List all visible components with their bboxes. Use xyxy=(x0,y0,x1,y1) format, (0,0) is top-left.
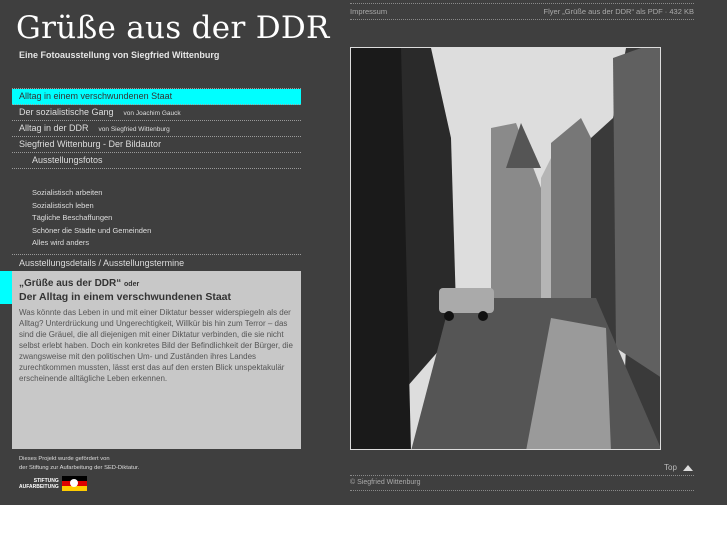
top-link[interactable]: Top xyxy=(664,463,693,472)
stiftung-logo[interactable]: STIFTUNG AUFARBEITUNG xyxy=(19,476,87,491)
intro-quote: „Grüße aus der DDR“ oder xyxy=(19,278,294,291)
intro-quote-text: „Grüße aus der DDR“ xyxy=(19,278,122,289)
site-subtitle: Eine Fotoausstellung von Siegfried Witte… xyxy=(19,50,220,60)
nav-item-alltag-staat[interactable]: Alltag in einem verschwundenen Staat xyxy=(12,89,301,105)
nav-item-ausstellungsdetails[interactable]: Ausstellungsdetails / Ausstellungstermin… xyxy=(12,255,301,273)
nav-label: Ausstellungsfotos xyxy=(32,155,103,165)
nav-item-alltag-ddr[interactable]: Alltag in der DDR von Siegfried Wittenbur… xyxy=(12,121,301,137)
nav-byline: von Siegfried Wittenburg xyxy=(98,126,170,133)
intro-box: „Grüße aus der DDR“ oder Der Alltag in e… xyxy=(12,271,301,449)
nav-subitem[interactable]: Sozialistisch leben xyxy=(32,200,301,213)
nav-label: Der sozialistische Gang xyxy=(19,107,114,117)
nav-label: Ausstellungsdetails / Ausstellungstermin… xyxy=(19,257,185,268)
nav-item-sozialistische-gang[interactable]: Der sozialistische Gang von Joachim Gauck xyxy=(12,105,301,121)
intro-heading: Der Alltag in einem verschwundenen Staat xyxy=(19,291,231,303)
main-nav: Alltag in einem verschwundenen Staat Der… xyxy=(12,88,301,273)
nav-subitem[interactable]: Schöner die Städte und Gemeinden xyxy=(32,225,301,238)
top-label: Top xyxy=(664,463,677,472)
arrow-up-icon xyxy=(682,464,693,471)
nav-subitem[interactable]: Sozialistisch arbeiten xyxy=(32,187,301,200)
nav-label: Siegfried Wittenburg - Der Bildautor xyxy=(19,139,162,149)
nav-label: Alltag in der DDR xyxy=(19,123,89,133)
nav-item-bildautor[interactable]: Siegfried Wittenburg - Der Bildautor xyxy=(12,137,301,153)
site-title: Grüße aus der DDR xyxy=(16,10,330,46)
flyer-pdf-link[interactable]: Flyer „Grüße aus der DDR“ als PDF · 432 … xyxy=(544,7,694,16)
logo-line: AUFARBEITUNG xyxy=(19,483,59,490)
nav-subitem[interactable]: Alles wird anders xyxy=(32,237,301,250)
top-bar: Impressum Flyer „Grüße aus der DDR“ als … xyxy=(350,3,694,20)
nav-item-ausstellungsfotos[interactable]: Ausstellungsfotos xyxy=(12,153,301,169)
street-photo xyxy=(350,47,661,450)
accent-marker xyxy=(0,271,12,304)
german-flag-icon xyxy=(61,476,87,491)
nav-subitem[interactable]: Tägliche Beschaffungen xyxy=(32,212,301,225)
funding-note: Dieses Projekt wurde gefördert von der St… xyxy=(19,455,139,472)
impressum-link[interactable]: Impressum xyxy=(350,7,387,16)
funding-line: Dieses Projekt wurde gefördert von xyxy=(19,456,110,462)
nav-subitems: Sozialistisch arbeiten Sozialistisch leb… xyxy=(12,169,301,255)
footer: © Siegfried Wittenburg xyxy=(350,475,694,491)
copyright: © Siegfried Wittenburg xyxy=(350,479,421,486)
nav-label: Alltag in einem verschwundenen Staat xyxy=(19,91,173,101)
intro-oder: oder xyxy=(124,281,140,288)
street-photo-image xyxy=(351,48,660,449)
logo-text: STIFTUNG AUFARBEITUNG xyxy=(19,478,59,490)
nav-byline: von Joachim Gauck xyxy=(123,110,181,117)
page: Grüße aus der DDR Eine Fotoausstellung v… xyxy=(0,0,727,505)
intro-body: Was könnte das Leben in und mit einer Di… xyxy=(19,308,293,383)
funding-line: der Stiftung zur Aufarbeitung der SED-Di… xyxy=(19,464,140,471)
